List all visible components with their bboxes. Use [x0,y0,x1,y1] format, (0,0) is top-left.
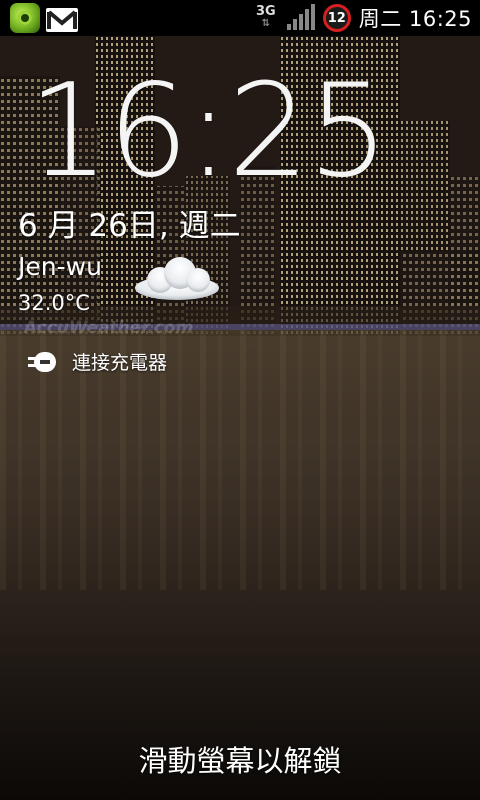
charger-plug-icon [28,351,56,372]
charging-status: 連接充電器 [26,348,167,375]
unlock-hint[interactable]: 滑動螢幕以解鎖 [0,738,480,780]
app-shield-icon [10,3,40,33]
status-bar[interactable]: 3G ⇅ 12 周二 16:25 [0,0,480,36]
gmail-icon [46,7,78,32]
data-arrows-icon: ⇅ [261,18,270,29]
lock-screen[interactable]: 3G ⇅ 12 周二 16:25 16:25 6 月 26日, 週二 Jen-w… [0,0,480,800]
notification-count-badge: 12 [322,4,351,32]
lock-date: 6 月 26日, 週二 [18,208,241,244]
weather-provider-logo: AccuWeather.com [24,318,194,338]
weather-temperature[interactable]: 32.0°C [18,291,90,315]
charging-label: 連接充電器 [72,352,168,374]
network-type-indicator: 3G ⇅ [255,4,277,30]
system-status: 3G ⇅ 12 周二 16:25 [255,0,472,36]
cloud-icon[interactable] [130,254,225,304]
weather-city[interactable]: Jen-wu [18,252,102,281]
notification-icons [10,3,78,33]
network-type-label: 3G [255,4,276,19]
lock-clock: 16:25 [28,57,389,206]
signal-strength-icon [286,4,315,30]
notification-count: 12 [327,10,346,26]
status-bar-time: 周二 16:25 [358,7,472,31]
